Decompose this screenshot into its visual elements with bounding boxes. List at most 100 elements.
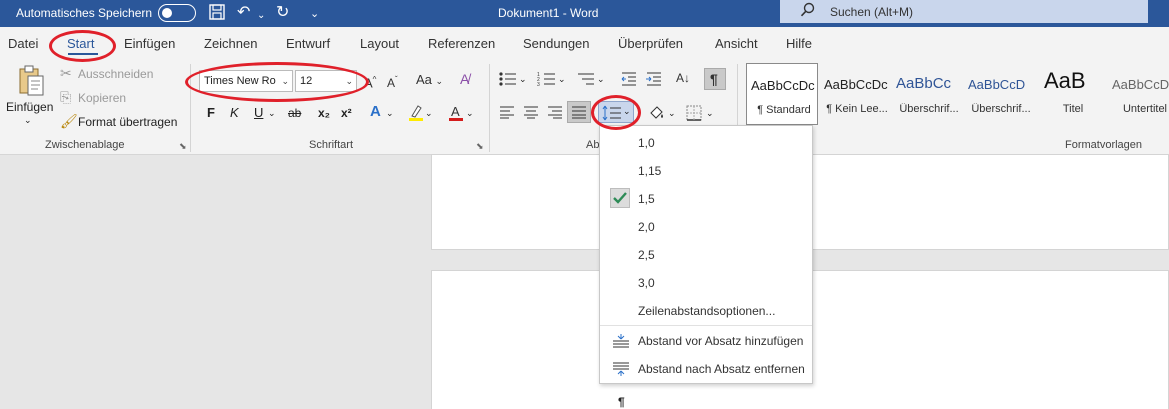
subscript-button[interactable]: x₂	[318, 106, 330, 120]
decrease-indent-icon[interactable]	[620, 71, 638, 90]
pilcrow-icon: ¶	[710, 71, 718, 87]
highlight-icon[interactable]	[408, 104, 424, 125]
spacing-option-2-0[interactable]: 2,0	[638, 220, 655, 234]
paste-dropdown-icon[interactable]: ⌄	[24, 115, 32, 126]
redo-icon[interactable]: ↻	[276, 3, 289, 23]
style-standard[interactable]: AaBbCcDc ¶ Standard	[746, 63, 818, 125]
text-effects-icon[interactable]: A	[370, 104, 381, 120]
align-left-icon[interactable]	[499, 105, 515, 122]
cut-button[interactable]: Ausschneiden	[78, 67, 153, 81]
bold-button[interactable]: F	[207, 105, 215, 120]
underline-dropdown-icon[interactable]: ⌄	[268, 108, 276, 119]
clear-format-icon[interactable]: A̸	[460, 71, 469, 87]
tab-ansicht[interactable]: Ansicht	[715, 36, 758, 51]
spacing-option-2-5[interactable]: 2,5	[638, 248, 655, 262]
style-title[interactable]: AaB Titel	[1036, 63, 1108, 125]
spacing-option-1-5[interactable]: 1,5	[638, 192, 655, 206]
bullets-icon[interactable]	[498, 71, 518, 90]
line-spacing-dropdown: 1,0 1,15 1,5 2,0 2,5 3,0 Zeilenabstandso…	[599, 125, 813, 384]
tab-ueberpruefen[interactable]: Überprüfen	[618, 36, 683, 51]
autosave-toggle[interactable]	[158, 4, 196, 22]
tab-hilfe[interactable]: Hilfe	[786, 36, 812, 51]
style-name: ¶ Standard	[757, 104, 811, 116]
active-tab-indicator	[68, 53, 98, 55]
autosave-label: Automatisches Speichern	[16, 6, 153, 20]
justify-button[interactable]	[567, 101, 591, 123]
paste-button[interactable]: Einfügen	[6, 100, 53, 114]
format-painter-button[interactable]: Format übertragen	[78, 115, 177, 129]
align-right-icon[interactable]	[547, 105, 563, 122]
style-kein-leerraum[interactable]: AaBbCcDc ¶ Kein Lee...	[820, 63, 892, 125]
tab-einfuegen[interactable]: Einfügen	[124, 36, 175, 51]
italic-button[interactable]: K	[230, 105, 239, 120]
show-formatting-button[interactable]: ¶	[704, 68, 726, 90]
svg-text:A: A	[451, 104, 460, 119]
spacing-option-1-15[interactable]: 1,15	[638, 164, 661, 178]
font-name-combo[interactable]: Times New Ro ⌄	[199, 70, 293, 92]
align-center-icon[interactable]	[523, 105, 539, 122]
style-subtitle[interactable]: AaBbCcD Untertitel	[1108, 63, 1169, 125]
menu-bar: Datei Start Einfügen Zeichnen Entwurf La…	[0, 27, 1169, 60]
font-color-icon[interactable]: A	[448, 104, 464, 125]
remove-space-after-icon	[612, 362, 630, 379]
tab-referenzen[interactable]: Referenzen	[428, 36, 495, 51]
bullets-dropdown-icon[interactable]: ⌄	[519, 74, 527, 85]
save-icon[interactable]	[208, 3, 226, 27]
clipboard-group-label: Zwischenablage	[45, 139, 125, 151]
underline-button[interactable]: U	[254, 105, 263, 120]
highlight-dropdown-icon[interactable]: ⌄	[425, 108, 433, 119]
numbering-dropdown-icon[interactable]: ⌄	[558, 74, 566, 85]
sort-icon[interactable]: A↓	[676, 70, 690, 86]
multilevel-icon[interactable]	[576, 71, 596, 90]
svg-text:3: 3	[537, 82, 540, 87]
document-title: Dokument1 - Word	[498, 6, 599, 20]
add-space-before-icon	[612, 334, 630, 351]
document-area: ¶	[0, 154, 1169, 409]
paste-icon[interactable]	[16, 64, 46, 101]
tab-sendungen[interactable]: Sendungen	[523, 36, 590, 51]
font-color-dropdown-icon[interactable]: ⌄	[466, 108, 474, 119]
chevron-down-icon: ⌄	[623, 106, 631, 116]
change-case-button[interactable]: Aa ⌄	[416, 72, 443, 89]
clipboard-launcher-icon[interactable]: ⬊	[179, 141, 187, 152]
borders-icon[interactable]	[686, 105, 702, 124]
copy-button[interactable]: Kopieren	[78, 91, 126, 105]
search-box[interactable]: Suchen (Alt+M)	[780, 0, 1148, 23]
shading-icon[interactable]	[648, 105, 666, 124]
undo-icon[interactable]: ↶	[237, 3, 250, 23]
ribbon: Einfügen ⌄ ✂ Ausschneiden ⎘ Kopieren 🖌 F…	[0, 60, 1169, 155]
style-sample: AaBbCcDc	[751, 78, 815, 93]
tab-entwurf[interactable]: Entwurf	[286, 36, 330, 51]
remove-space-after[interactable]: Abstand nach Absatz entfernen	[638, 362, 805, 376]
font-launcher-icon[interactable]: ⬊	[476, 141, 484, 152]
font-size-combo[interactable]: 12 ⌄	[295, 70, 357, 92]
text-effects-dropdown-icon[interactable]: ⌄	[386, 108, 394, 119]
tab-start[interactable]: Start	[67, 36, 94, 51]
line-spacing-options[interactable]: Zeilenabstandsoptionen...	[638, 304, 775, 318]
tab-layout[interactable]: Layout	[360, 36, 399, 51]
multilevel-dropdown-icon[interactable]: ⌄	[597, 74, 605, 85]
style-sample: AaBbCcD	[968, 77, 1026, 92]
style-heading-1[interactable]: AaBbCc Überschrif...	[892, 63, 964, 125]
superscript-button[interactable]: x²	[341, 106, 352, 120]
increase-indent-icon[interactable]	[645, 71, 663, 90]
spacing-option-1-0[interactable]: 1,0	[638, 136, 655, 150]
menu-divider	[600, 325, 812, 326]
borders-dropdown-icon[interactable]: ⌄	[706, 108, 714, 119]
shading-dropdown-icon[interactable]: ⌄	[668, 108, 676, 119]
chevron-down-icon: ⌄	[345, 76, 353, 86]
shrink-font-icon[interactable]: Aˇ	[387, 72, 398, 91]
case-label: Aa	[416, 72, 432, 87]
customize-qa-icon[interactable]: ⌄	[310, 4, 319, 24]
font-size-value: 12	[300, 75, 313, 87]
grow-font-icon[interactable]: A^	[364, 72, 376, 91]
tab-datei[interactable]: Datei	[8, 36, 38, 51]
add-space-before[interactable]: Abstand vor Absatz hinzufügen	[638, 334, 803, 348]
spacing-option-3-0[interactable]: 3,0	[638, 276, 655, 290]
numbering-icon[interactable]: 123	[537, 71, 557, 90]
line-spacing-button[interactable]: ⌄	[598, 101, 634, 123]
tab-zeichnen[interactable]: Zeichnen	[204, 36, 257, 51]
style-heading-2[interactable]: AaBbCcD Überschrif...	[964, 63, 1036, 125]
strikethrough-button[interactable]: ab	[288, 106, 301, 120]
undo-dropdown-icon[interactable]: ⌄	[257, 6, 265, 26]
